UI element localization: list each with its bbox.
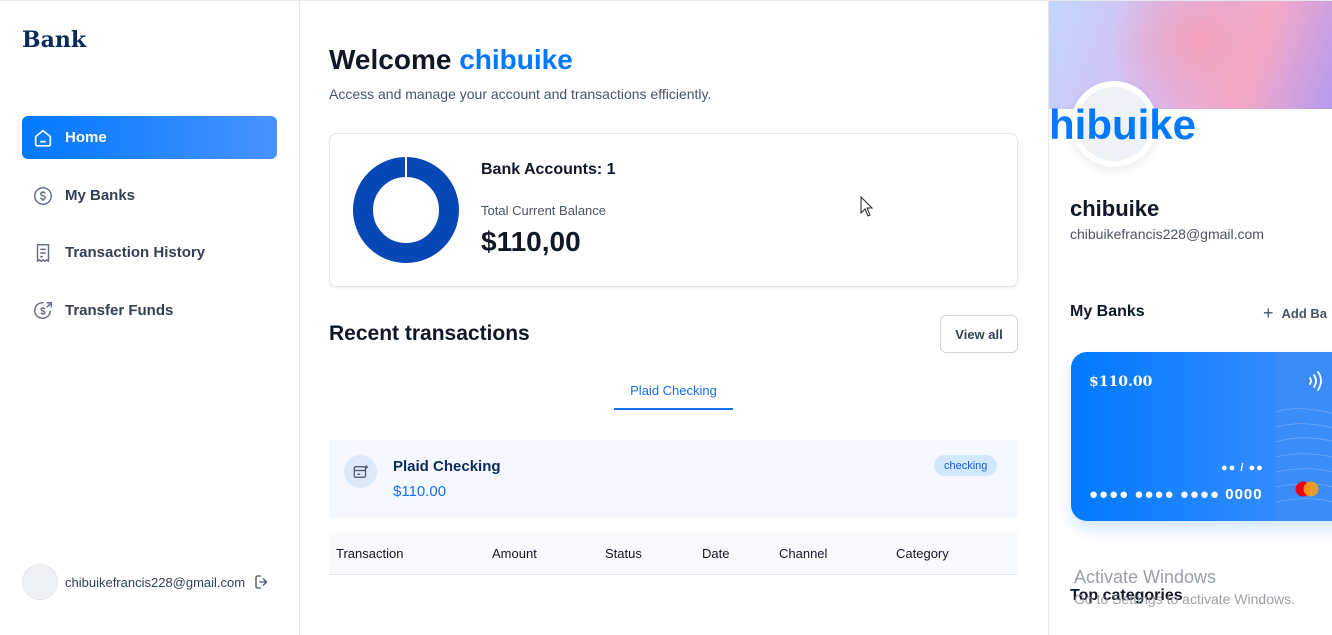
sidebar: Bank Home My Banks Transaction History T… — [0, 1, 300, 635]
account-type-badge: checking — [934, 455, 998, 476]
activate-windows-subtitle: Go to Settings to activate Windows. — [1074, 591, 1295, 607]
bank-accounts-count: Bank Accounts: 1 — [481, 161, 616, 178]
tab-plaid-checking[interactable]: Plaid Checking — [614, 373, 733, 410]
add-bank-label: Add Ba — [1281, 306, 1328, 321]
app-logo[interactable]: Bank — [22, 27, 86, 53]
profile-name: chibuike — [1070, 196, 1160, 221]
welcome-prefix: Welcome — [329, 44, 452, 75]
recent-transactions-title: Recent transactions — [329, 322, 530, 345]
transactions-table-header: Transaction Amount Status Date Channel C… — [329, 532, 1018, 575]
bank-card[interactable]: $110.00 ●● / ●● ●●●● ●●●● ●●●● 0000 — [1071, 352, 1332, 521]
welcome-user-name: chibuike — [459, 44, 573, 75]
contactless-icon — [1309, 371, 1322, 391]
card-expiry: ●● / ●● — [1221, 462, 1264, 474]
avatar[interactable] — [22, 564, 58, 600]
bank-account-summary[interactable]: Plaid Checking $110.00 checking — [329, 440, 1018, 517]
sidebar-item-transfer-funds[interactable]: Transfer Funds — [22, 289, 277, 332]
money-send-icon — [32, 300, 54, 322]
dollar-circle-icon — [32, 185, 54, 207]
donut-segment-plaid-checking — [353, 157, 459, 263]
app-root: Bank Home My Banks Transaction History T… — [0, 0, 1332, 635]
total-balance-card: Bank Accounts: 1 Total Current Balance $… — [329, 133, 1018, 287]
sidebar-footer: chibuikefrancis228@gmail.com — [22, 564, 278, 600]
total-balance-label: Total Current Balance — [481, 203, 607, 218]
page-title: Welcome chibuike — [329, 44, 573, 76]
logout-icon[interactable] — [253, 573, 271, 591]
balance-donut-chart — [353, 156, 459, 263]
total-balance-value: $110,00 — [481, 226, 581, 257]
sidebar-item-home[interactable]: Home — [22, 116, 277, 159]
view-all-button[interactable]: View all — [940, 315, 1018, 353]
card-wave-pattern — [1276, 408, 1332, 503]
activate-windows-title: Activate Windows — [1074, 567, 1217, 587]
card-number: ●●●● ●●●● ●●●● 0000 — [1089, 486, 1263, 503]
sidebar-item-label: Transfer Funds — [65, 302, 174, 319]
footer-email: chibuikefrancis228@gmail.com — [65, 574, 246, 590]
page-subtitle: Access and manage your account and trans… — [329, 86, 712, 102]
sidebar-item-label: My Banks — [65, 187, 136, 204]
receipt-icon — [32, 242, 54, 264]
account-name: Plaid Checking — [393, 458, 501, 475]
sidebar-item-label: Home — [65, 129, 107, 146]
mastercard-icon — [1295, 481, 1319, 497]
column-header-amount[interactable]: Amount — [492, 546, 537, 561]
column-header-channel[interactable]: Channel — [779, 546, 827, 561]
profile-avatar-initial-text: hibuike — [1049, 101, 1197, 148]
card-balance: $110.00 — [1089, 374, 1153, 390]
main-content: Welcome chibuike Access and manage your … — [300, 1, 1048, 635]
column-header-date[interactable]: Date — [702, 546, 729, 561]
column-header-status[interactable]: Status — [605, 546, 642, 561]
bank-card-icon — [344, 455, 377, 488]
add-bank-button[interactable]: + Add Ba — [1263, 303, 1327, 324]
plus-icon: + — [1263, 303, 1274, 323]
column-header-category[interactable]: Category — [896, 546, 949, 561]
sidebar-item-my-banks[interactable]: My Banks — [22, 174, 277, 217]
mouse-cursor-icon — [860, 196, 874, 217]
right-sidebar: hibuike chibuike chibuikefrancis228@gmai… — [1048, 1, 1332, 635]
column-header-transaction[interactable]: Transaction — [336, 546, 403, 561]
profile-email: chibuikefrancis228@gmail.com — [1070, 226, 1264, 242]
my-banks-title: My Banks — [1070, 303, 1145, 320]
home-icon — [32, 127, 54, 149]
sidebar-item-label: Transaction History — [65, 244, 206, 261]
account-balance: $110.00 — [393, 483, 447, 500]
sidebar-item-transaction-history[interactable]: Transaction History — [22, 231, 277, 274]
